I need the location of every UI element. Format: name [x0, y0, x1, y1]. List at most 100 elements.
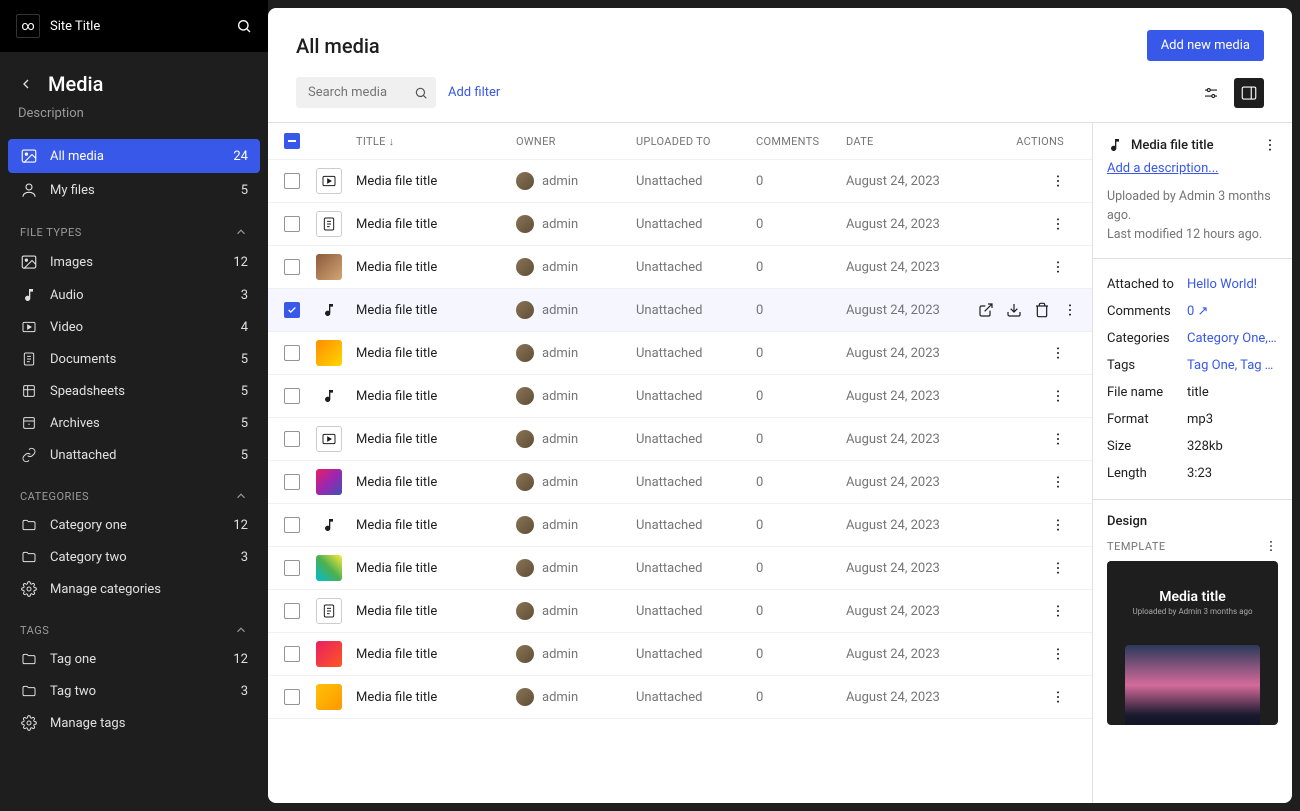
template-preview[interactable]: Media title Uploaded by Admin 3 months a… [1107, 561, 1278, 725]
search-input[interactable] [304, 77, 414, 108]
table-row[interactable]: Media file titleadminUnattached0August 2… [268, 203, 1092, 246]
settings-icon[interactable] [1196, 78, 1226, 108]
more-icon[interactable] [1060, 300, 1080, 320]
more-icon[interactable] [1048, 515, 1068, 535]
col-title[interactable]: TITLE ↓ [356, 135, 516, 148]
row-checkbox[interactable] [284, 388, 300, 404]
search-icon[interactable] [236, 18, 252, 34]
row-checkbox[interactable] [284, 474, 300, 490]
col-comments[interactable]: COMMENTS [756, 135, 846, 148]
sidebar-item-audio[interactable]: Audio3 [8, 279, 260, 311]
open-icon[interactable] [976, 300, 996, 320]
add-description-link[interactable]: Add a description... [1107, 161, 1219, 176]
folder-icon [20, 683, 38, 699]
categories-heading[interactable]: CATEGORIES [0, 471, 268, 509]
add-filter-link[interactable]: Add filter [448, 85, 500, 100]
sidebar-item-documents[interactable]: Documents5 [8, 343, 260, 375]
table-row[interactable]: Media file titleadminUnattached0August 2… [268, 504, 1092, 547]
site-logo[interactable]: ∞ Site Title [16, 14, 100, 38]
sidebar-item-speadsheets[interactable]: Speadsheets5 [8, 375, 260, 407]
table-row[interactable]: Media file titleadminUnattached0August 2… [268, 289, 1092, 332]
more-icon[interactable] [1048, 558, 1068, 578]
more-icon[interactable] [1048, 601, 1068, 621]
row-checkbox[interactable] [284, 173, 300, 189]
link-icon [20, 447, 38, 463]
folder-icon [20, 517, 38, 533]
sidebar-item-archives[interactable]: Archives5 [8, 407, 260, 439]
row-checkbox[interactable] [284, 560, 300, 576]
row-checkbox[interactable] [284, 689, 300, 705]
sidebar-top: ∞ Site Title [0, 0, 268, 52]
categories-link[interactable]: Category One, Cat... [1187, 331, 1278, 346]
more-icon[interactable] [1048, 171, 1068, 191]
more-icon[interactable] [1048, 429, 1068, 449]
file-types-heading[interactable]: FILE TYPES [0, 207, 268, 245]
select-all-checkbox[interactable] [284, 133, 300, 149]
audio-icon [316, 512, 342, 538]
avatar [516, 301, 534, 319]
tags-link[interactable]: Tag One, Tag Two,... [1187, 358, 1278, 373]
download-icon[interactable] [1004, 300, 1024, 320]
sidebar-item-unattached[interactable]: Unattached5 [8, 439, 260, 471]
table-row[interactable]: Media file titleadminUnattached0August 2… [268, 590, 1092, 633]
row-checkbox[interactable] [284, 302, 300, 318]
uploaded-meta: Uploaded by Admin 3 months ago. [1107, 188, 1278, 226]
table-row[interactable]: Media file titleadminUnattached0August 2… [268, 676, 1092, 719]
more-icon[interactable] [1048, 214, 1068, 234]
table-row[interactable]: Media file titleadminUnattached0August 2… [268, 160, 1092, 203]
trash-icon[interactable] [1032, 300, 1052, 320]
panel-toggle-button[interactable] [1234, 78, 1264, 108]
more-icon[interactable] [1048, 472, 1068, 492]
thumbnail [316, 340, 342, 366]
table-row[interactable]: Media file titleadminUnattached0August 2… [268, 375, 1092, 418]
row-checkbox[interactable] [284, 517, 300, 533]
row-checkbox[interactable] [284, 259, 300, 275]
image-icon [20, 253, 38, 271]
col-date[interactable]: DATE [846, 135, 976, 148]
row-checkbox[interactable] [284, 646, 300, 662]
col-uploaded-to[interactable]: UPLOADED TO [636, 135, 756, 148]
sidebar-item-manage-tags[interactable]: Manage tags [8, 707, 260, 739]
sidebar-item-tag-two[interactable]: Tag two3 [8, 675, 260, 707]
chevron-up-icon [234, 623, 248, 637]
row-checkbox[interactable] [284, 216, 300, 232]
audio-icon [316, 297, 342, 323]
attached-to-link[interactable]: Hello World! [1187, 277, 1278, 292]
sidebar-item-images[interactable]: Images12 [8, 245, 260, 279]
sidebar-item-category-two[interactable]: Category two3 [8, 541, 260, 573]
row-checkbox[interactable] [284, 345, 300, 361]
more-icon[interactable] [1048, 257, 1068, 277]
table-header: TITLE ↓ OWNER UPLOADED TO COMMENTS DATE … [268, 123, 1092, 160]
site-title: Site Title [50, 19, 100, 34]
table-row[interactable]: Media file titleadminUnattached0August 2… [268, 547, 1092, 590]
col-owner[interactable]: OWNER [516, 135, 636, 148]
back-icon[interactable] [18, 76, 34, 92]
avatar [516, 602, 534, 620]
more-icon[interactable] [1262, 137, 1278, 153]
tags-heading[interactable]: TAGS [0, 605, 268, 643]
sidebar-item-video[interactable]: Video4 [8, 311, 260, 343]
sidebar: ∞ Site Title Media Description All media… [0, 0, 268, 811]
row-title: Media file title [356, 690, 516, 705]
row-checkbox[interactable] [284, 431, 300, 447]
search-field[interactable] [296, 77, 436, 108]
table-row[interactable]: Media file titleadminUnattached0August 2… [268, 461, 1092, 504]
row-checkbox[interactable] [284, 603, 300, 619]
comments-link[interactable]: 0 ↗ [1187, 304, 1278, 319]
thumbnail [316, 254, 342, 280]
more-icon[interactable] [1048, 343, 1068, 363]
table-row[interactable]: Media file titleadminUnattached0August 2… [268, 332, 1092, 375]
sidebar-item-tag-one[interactable]: Tag one12 [8, 643, 260, 675]
more-icon[interactable] [1048, 644, 1068, 664]
table-row[interactable]: Media file titleadminUnattached0August 2… [268, 418, 1092, 461]
add-new-media-button[interactable]: Add new media [1147, 30, 1264, 61]
table-row[interactable]: Media file titleadminUnattached0August 2… [268, 246, 1092, 289]
more-icon[interactable] [1264, 539, 1278, 553]
sidebar-item-my-files[interactable]: My files5 [8, 173, 260, 207]
sidebar-item-category-one[interactable]: Category one12 [8, 509, 260, 541]
more-icon[interactable] [1048, 386, 1068, 406]
more-icon[interactable] [1048, 687, 1068, 707]
table-row[interactable]: Media file titleadminUnattached0August 2… [268, 633, 1092, 676]
sidebar-item-all-media[interactable]: All media24 [8, 139, 260, 173]
sidebar-item-manage-categories[interactable]: Manage categories [8, 573, 260, 605]
